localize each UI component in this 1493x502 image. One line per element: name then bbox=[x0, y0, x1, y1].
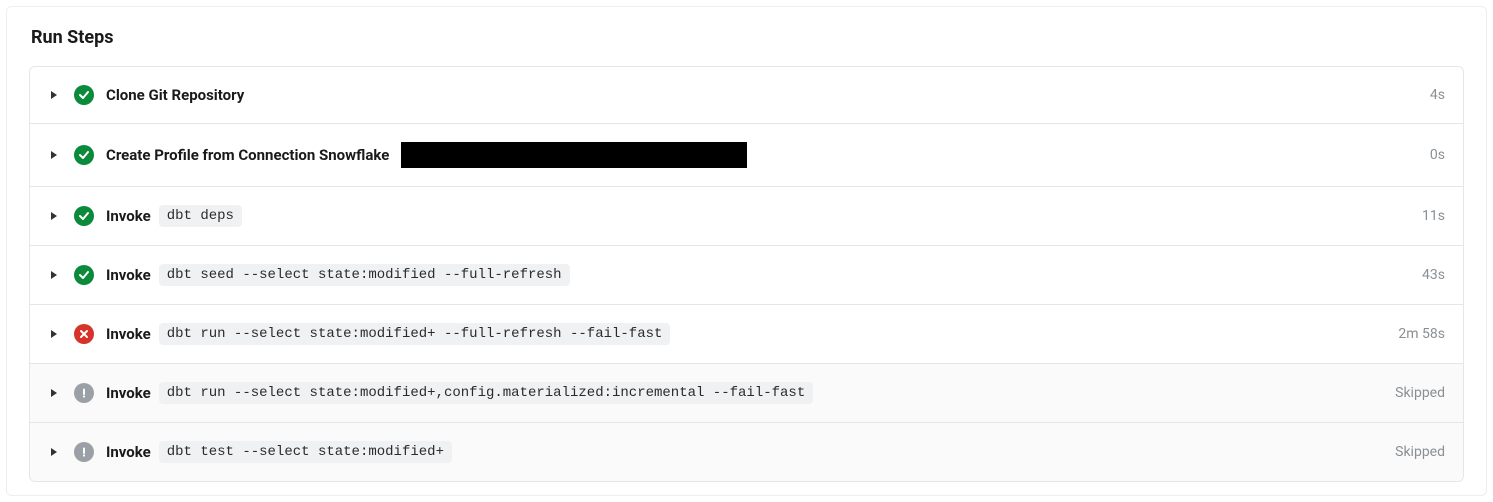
step-row[interactable]: Invoke dbt test --select state:modified+… bbox=[30, 423, 1463, 481]
redacted-block bbox=[401, 142, 747, 168]
step-label: Invoke bbox=[106, 325, 151, 343]
expand-chevron-icon[interactable] bbox=[48, 387, 60, 399]
expand-chevron-icon[interactable] bbox=[48, 89, 60, 101]
step-command: dbt seed --select state:modified --full-… bbox=[159, 264, 570, 286]
step-label: Invoke bbox=[106, 207, 151, 225]
step-label: Create Profile from Connection Snowflake bbox=[106, 146, 389, 164]
step-row[interactable]: Invoke dbt run --select state:modified+ … bbox=[30, 305, 1463, 364]
step-duration: 4s bbox=[1430, 87, 1445, 103]
step-label: Invoke bbox=[106, 443, 151, 461]
step-duration: Skipped bbox=[1395, 385, 1445, 401]
step-label: Invoke bbox=[106, 384, 151, 402]
status-success-icon bbox=[74, 85, 94, 105]
expand-chevron-icon[interactable] bbox=[48, 269, 60, 281]
expand-chevron-icon[interactable] bbox=[48, 446, 60, 458]
status-skipped-icon bbox=[74, 383, 94, 403]
status-success-icon bbox=[74, 265, 94, 285]
step-row[interactable]: Invoke dbt deps 11s bbox=[30, 187, 1463, 246]
step-command: dbt test --select state:modified+ bbox=[159, 441, 452, 463]
status-skipped-icon bbox=[74, 442, 94, 462]
step-label: Invoke bbox=[106, 266, 151, 284]
expand-chevron-icon[interactable] bbox=[48, 149, 60, 161]
status-success-icon bbox=[74, 145, 94, 165]
expand-chevron-icon[interactable] bbox=[48, 328, 60, 340]
step-command: dbt run --select state:modified+ --full-… bbox=[159, 323, 671, 345]
step-row[interactable]: Clone Git Repository 4s bbox=[30, 67, 1463, 124]
step-duration: 0s bbox=[1430, 147, 1445, 163]
run-steps-panel: Run Steps Clone Git Repository 4s Create… bbox=[6, 6, 1487, 496]
step-label: Clone Git Repository bbox=[106, 86, 244, 104]
status-error-icon bbox=[74, 324, 94, 344]
step-row[interactable]: Create Profile from Connection Snowflake… bbox=[30, 124, 1463, 187]
step-command: dbt deps bbox=[159, 205, 242, 227]
panel-title: Run Steps bbox=[31, 27, 1464, 48]
status-success-icon bbox=[74, 206, 94, 226]
step-duration: 11s bbox=[1422, 208, 1445, 224]
step-row[interactable]: Invoke dbt seed --select state:modified … bbox=[30, 246, 1463, 305]
expand-chevron-icon[interactable] bbox=[48, 210, 60, 222]
step-duration: 43s bbox=[1422, 267, 1445, 283]
step-command: dbt run --select state:modified+,config.… bbox=[159, 382, 814, 404]
step-duration: 2m 58s bbox=[1398, 326, 1445, 342]
step-duration: Skipped bbox=[1395, 444, 1445, 460]
steps-list: Clone Git Repository 4s Create Profile f… bbox=[29, 66, 1464, 482]
step-row[interactable]: Invoke dbt run --select state:modified+,… bbox=[30, 364, 1463, 423]
